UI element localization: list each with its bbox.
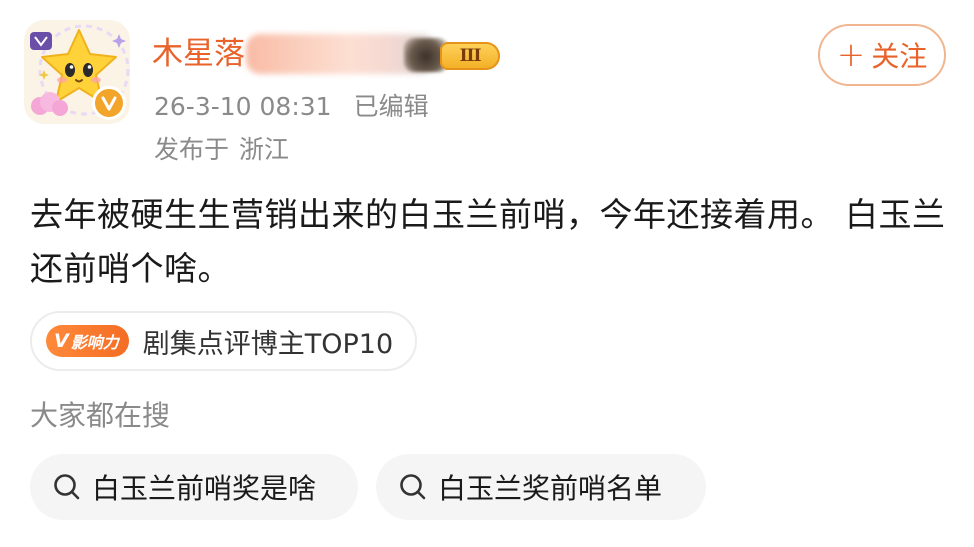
plus-icon: + xyxy=(836,35,866,75)
post-location: 发布于 浙江 xyxy=(154,131,289,169)
post-timestamp: 26-3-10 08:31 xyxy=(154,92,332,121)
search-chip[interactable]: 白玉兰奖前哨名单 xyxy=(376,454,706,520)
influence-tag[interactable]: V 影响力 剧集点评博主TOP10 xyxy=(30,311,418,371)
location-prefix: 发布于 xyxy=(154,135,230,164)
search-chip[interactable]: 白玉兰前哨奖是啥 xyxy=(30,454,358,520)
search-icon xyxy=(400,474,426,500)
influence-pill: V 影响力 xyxy=(46,325,129,357)
search-chip-label: 白玉兰奖前哨名单 xyxy=(438,472,663,505)
post-meta: 26-3-10 08:31 已编辑 xyxy=(154,88,429,126)
location-value: 浙江 xyxy=(239,135,290,164)
influence-pill-text: 影响力 xyxy=(70,333,119,352)
follow-button-label: 关注 xyxy=(871,40,928,73)
verified-badge xyxy=(92,86,126,120)
search-chip-label: 白玉兰前哨奖是啥 xyxy=(92,472,317,505)
author-name[interactable]: 木星落 xyxy=(152,32,245,76)
follow-button[interactable]: + 关注 xyxy=(818,24,946,86)
influence-v-icon: V xyxy=(54,330,69,352)
edited-indicator[interactable]: 已编辑 xyxy=(354,92,429,121)
search-section-heading: 大家都在搜 xyxy=(30,399,171,432)
level-badge: III xyxy=(440,42,500,70)
influence-label: 剧集点评博主TOP10 xyxy=(142,328,394,360)
post-body-text: 去年被硬生生营销出来的白玉兰前哨，今年还接着用。 白玉兰还前哨个啥。 xyxy=(30,195,946,288)
search-icon xyxy=(54,474,80,500)
verified-v-icon xyxy=(101,96,117,111)
